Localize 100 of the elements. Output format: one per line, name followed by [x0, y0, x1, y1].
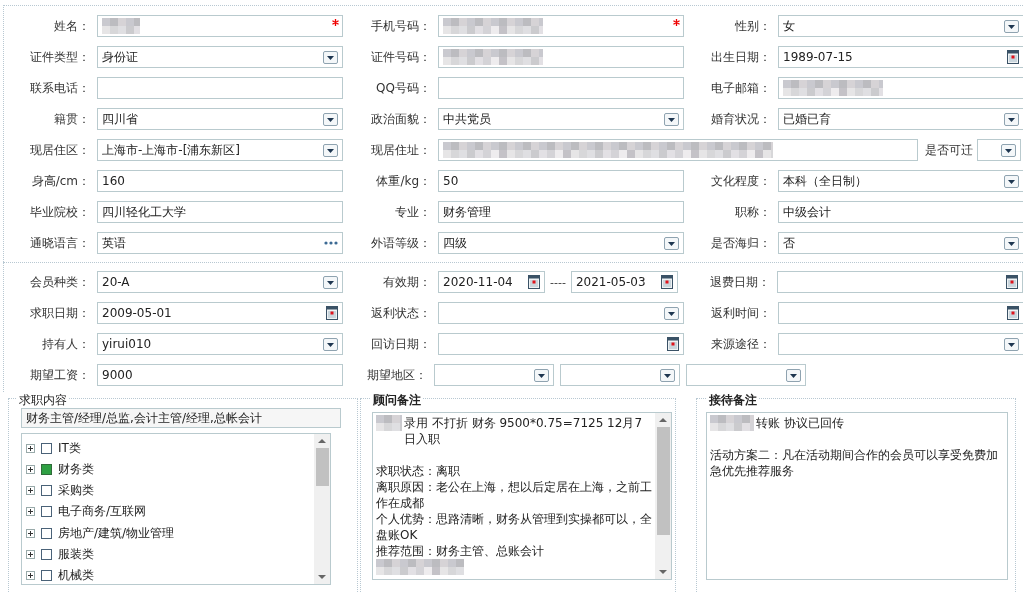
field-label: 有效期： — [382, 273, 432, 291]
calendar-icon[interactable] — [528, 275, 540, 289]
checkbox[interactable] — [41, 443, 52, 455]
text-field[interactable]: 160 — [97, 170, 343, 192]
field-label: 现居住区： — [29, 141, 91, 159]
text-field[interactable] — [778, 77, 1023, 99]
expand-icon[interactable] — [26, 528, 35, 538]
scrollbar[interactable] — [655, 413, 671, 579]
text-field[interactable]: 财务主管/经理/总监,会计主管/经理,总帐会计 — [21, 408, 341, 428]
text-field[interactable]: 四川轻化工大学 — [97, 201, 343, 223]
field-label: 是否可迁 — [924, 141, 974, 159]
calendar-icon[interactable] — [326, 306, 338, 320]
select-field[interactable]: 中共党员 — [438, 108, 684, 130]
select-field[interactable]: 已婚已育 — [778, 108, 1023, 130]
select-field[interactable]: 上海市-上海市-[浦东新区] — [97, 139, 343, 161]
field-label: QQ号码： — [375, 79, 432, 97]
field-label: 现居住址： — [370, 141, 432, 159]
text-field[interactable]: 9000 — [97, 364, 343, 386]
expand-icon[interactable] — [26, 444, 35, 454]
checkbox[interactable] — [41, 527, 52, 539]
field-label: 手机号码： — [370, 17, 432, 35]
select-field[interactable] — [977, 139, 1021, 161]
select-field[interactable]: 本科（全日制） — [778, 170, 1023, 192]
field-label: 职称： — [734, 203, 772, 221]
checkbox[interactable] — [41, 569, 52, 581]
category-label[interactable]: 财务类 — [58, 461, 94, 479]
notes-textarea[interactable]: 转账 协议已回传 活动方案二：凡在活动期间合作的会员可以享受免费加急优先推荐服务 — [706, 412, 1008, 580]
text-field[interactable]: 50 — [438, 170, 684, 192]
note-text: 转账 协议已回传 — [756, 415, 844, 431]
note-text: 个人优势：思路清晰，财务从管理到实操都可以，全盘账OK — [376, 511, 652, 543]
field-label: 政治面貌： — [370, 110, 432, 128]
category-label[interactable]: 采购类 — [58, 482, 94, 500]
lookup-field[interactable]: 英语 — [97, 232, 343, 254]
field-label: 通晓语言： — [29, 234, 91, 252]
date-field[interactable]: 1989-07-15 — [778, 46, 1023, 68]
text-field[interactable] — [438, 139, 918, 161]
text-field[interactable] — [438, 46, 684, 68]
text-field[interactable]: 中级会计 — [778, 201, 1023, 223]
field-label: 求职日期： — [29, 304, 91, 322]
date-field[interactable] — [777, 271, 1023, 293]
text-field[interactable] — [97, 15, 343, 37]
text-field[interactable] — [438, 77, 684, 99]
field-label: 返利时间： — [710, 304, 772, 322]
checkbox[interactable] — [41, 506, 52, 518]
field-label: 姓名： — [53, 17, 91, 35]
text-field[interactable] — [438, 15, 684, 37]
calendar-icon[interactable] — [1007, 306, 1019, 320]
calendar-icon[interactable] — [660, 275, 673, 289]
checkbox[interactable] — [41, 485, 52, 497]
category-label[interactable]: IT类 — [58, 440, 81, 458]
field-label: 持有人： — [41, 335, 91, 353]
select-field[interactable]: 四川省 — [97, 108, 343, 130]
note-text: 录用 不打折 财务 9500*0.75=7125 12月7日入职 — [404, 415, 643, 447]
select-field[interactable]: 女 — [778, 15, 1023, 37]
more-icon[interactable] — [324, 241, 338, 245]
expand-icon[interactable] — [26, 507, 35, 517]
field-label: 证件类型： — [29, 48, 91, 66]
expand-icon[interactable] — [26, 549, 35, 559]
text-field[interactable] — [97, 77, 343, 99]
scrollbar[interactable] — [314, 434, 330, 584]
select-field[interactable] — [778, 333, 1023, 355]
field-label: 是否海归： — [710, 234, 772, 252]
category-label[interactable]: 服装类 — [58, 545, 94, 563]
category-label[interactable]: 电子商务/互联网 — [58, 503, 147, 521]
category-label[interactable]: 机械类 — [58, 566, 94, 584]
select-field[interactable]: 否 — [778, 232, 1023, 254]
category-label[interactable]: 房地产/建筑/物业管理 — [58, 524, 175, 542]
select-field[interactable] — [560, 364, 680, 386]
date-field[interactable] — [778, 302, 1023, 324]
calendar-icon[interactable] — [1006, 275, 1018, 289]
select-field[interactable]: 20-A — [97, 271, 343, 293]
field-label: 期望地区： — [366, 366, 428, 384]
expand-icon[interactable] — [26, 465, 35, 475]
field-label: 回访日期： — [370, 335, 432, 353]
select-field[interactable]: 四级 — [438, 232, 684, 254]
field-label: 文化程度： — [710, 172, 772, 190]
calendar-icon[interactable] — [667, 337, 679, 351]
select-field[interactable] — [438, 302, 684, 324]
field-label: 会员种类： — [29, 273, 91, 291]
date-field[interactable]: 2009-05-01 — [97, 302, 343, 324]
text-field[interactable]: 财务管理 — [438, 201, 684, 223]
calendar-icon[interactable] — [1007, 50, 1019, 64]
date-field[interactable]: 2020-11-04 — [438, 271, 545, 293]
date-field[interactable]: 2021-05-03 — [570, 271, 678, 293]
field-label: 联系电话： — [29, 79, 91, 97]
select-field[interactable]: 身份证 — [97, 46, 343, 68]
select-field[interactable]: yirui010 — [97, 333, 343, 355]
expand-icon[interactable] — [26, 486, 35, 496]
section-legend: 顾问备注 — [371, 392, 423, 409]
field-label: 体重/kg： — [375, 172, 432, 190]
notes-textarea[interactable]: 录用 不打折 财务 9500*0.75=7125 12月7日入职 求职状态：离职 离职原因：老公在上海，想以后定居在上海，之前工作在成都 个人优势：思路清晰，财务从管理到实操都可以，全盘账OK 推荐范围：财务主管、总账会计 — [372, 412, 672, 580]
expand-icon[interactable] — [26, 570, 35, 580]
select-field[interactable] — [686, 364, 806, 386]
select-field[interactable] — [434, 364, 554, 386]
checkbox[interactable] — [41, 464, 52, 476]
date-field[interactable] — [438, 333, 684, 355]
checkbox[interactable] — [41, 548, 52, 560]
field-label: 返利状态： — [370, 304, 432, 322]
section-legend: 接待备注 — [707, 392, 759, 409]
field-label: 退费日期： — [709, 273, 771, 291]
